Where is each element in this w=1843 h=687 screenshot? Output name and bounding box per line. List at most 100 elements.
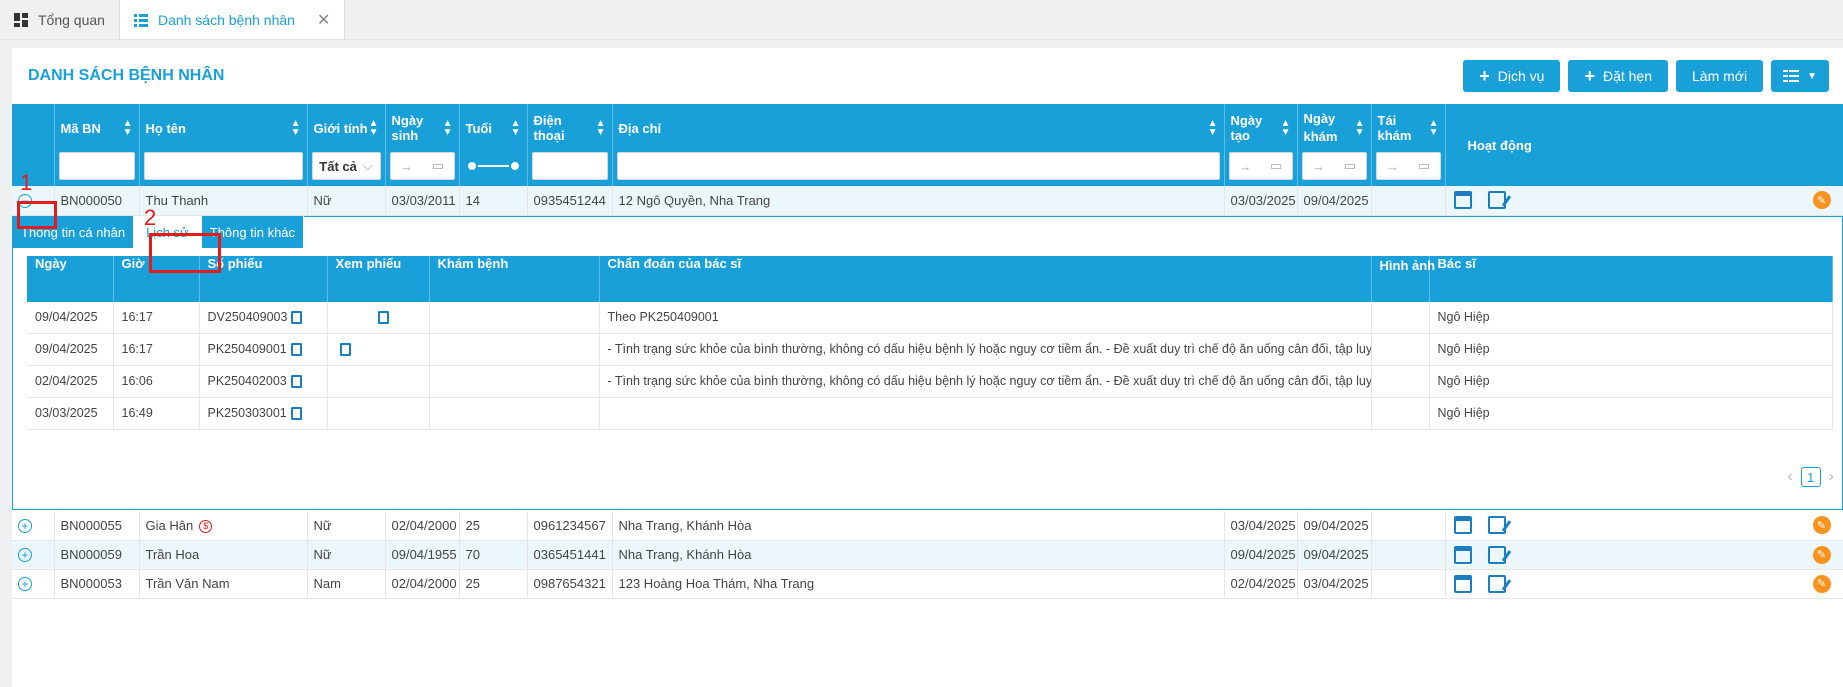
sort-icon[interactable]: ▲ ▼	[123, 119, 133, 138]
col-tuoi[interactable]: Tuổi ▲ ▼	[459, 104, 528, 186]
list-icon	[133, 13, 148, 27]
hist-cell-so-phieu: PK250409001	[199, 333, 328, 367]
edit-note-icon[interactable]	[1487, 516, 1506, 535]
history-row[interactable]: 09/04/2025 16:17 DV250409003 Theo PK2504…	[27, 302, 1833, 335]
service-button[interactable]: + Dịch vụ	[1463, 60, 1561, 92]
edit-note-icon[interactable]	[1487, 545, 1506, 564]
col-ma-bn[interactable]: Mã BN ▲ ▼	[54, 104, 140, 186]
hist-cell-hinh-anh	[1371, 333, 1430, 367]
col-tai-kham[interactable]: Tái khám ▲ ▼ → ▭	[1371, 104, 1446, 186]
hist-cell-kham-benh	[429, 333, 600, 367]
patient-table: Mã BN ▲ ▼ Họ tên ▲ ▼ Giới tính ▲ ▼ Tất cả ⌵ Ngày…	[12, 104, 1843, 599]
filter-ngay-tao[interactable]: → ▭	[1228, 152, 1293, 180]
hist-cell-xem-phieu	[327, 397, 430, 431]
sort-icon[interactable]: ▲ ▼	[291, 119, 301, 138]
col-gioi-tinh[interactable]: Giới tính ▲ ▼ Tất cả ⌵	[307, 104, 386, 186]
filter-ngay-sinh[interactable]: → ▭	[389, 152, 455, 180]
sort-icon[interactable]: ▲ ▼	[596, 119, 606, 138]
edit-document-icon[interactable]	[290, 375, 302, 389]
hist-cell-ngay: 09/04/2025	[27, 333, 114, 367]
table-row[interactable]: − BN000050 Thu Thanh Nữ 03/03/2011 14 09…	[12, 186, 1843, 216]
edit-document-icon[interactable]	[290, 343, 302, 357]
filter-tai-kham[interactable]: → ▭	[1375, 152, 1441, 180]
expand-row-icon[interactable]: +	[18, 518, 32, 533]
hist-col-kham-benh: Khám bệnh	[429, 256, 600, 303]
view-document-icon[interactable]	[339, 343, 351, 357]
history-row[interactable]: 09/04/2025 16:17 PK250409001 - Tình trạn…	[27, 333, 1833, 367]
edit-note-icon[interactable]	[1487, 191, 1506, 210]
slider-handle-max[interactable]	[508, 160, 521, 172]
refresh-button[interactable]: Làm mới	[1676, 60, 1764, 92]
col-ngay-kham[interactable]: Ngày khám ▲ ▼ → ▭	[1297, 104, 1372, 186]
filter-ho-ten[interactable]	[143, 152, 303, 180]
expand-row-icon[interactable]: +	[18, 577, 32, 591]
expand-row-icon[interactable]: +	[18, 548, 32, 562]
chevron-left-icon[interactable]: ‹	[1787, 468, 1792, 486]
pagination: ‹ 1 ›	[1787, 467, 1834, 488]
hist-cell-hinh-anh	[1371, 365, 1430, 399]
tab-overview[interactable]: Tổng quan	[0, 0, 120, 39]
hist-cell-so-phieu: PK250303001	[199, 397, 328, 431]
edit-document-icon[interactable]	[290, 407, 302, 421]
pencil-icon[interactable]: ✎	[1812, 516, 1831, 535]
calendar-icon[interactable]	[1453, 516, 1472, 535]
table-row[interactable]: + BN000055 Gia Hân $ Nữ 02/04/2000 25 096…	[12, 511, 1843, 541]
hist-cell-xem-phieu	[327, 333, 430, 367]
chevron-right-icon[interactable]: ›	[1829, 468, 1834, 486]
filter-gioi-tinh[interactable]: Tất cả ⌵	[311, 152, 381, 180]
hist-col-bac-si: Bác sĩ	[1429, 256, 1833, 303]
pencil-icon[interactable]: ✎	[1812, 574, 1831, 593]
col-dien-thoai[interactable]: Điện thoại ▲ ▼	[527, 104, 613, 186]
sort-icon[interactable]: ▲ ▼	[369, 119, 379, 138]
cell-dien-thoai: 0365451441	[527, 540, 613, 570]
sort-icon[interactable]: ▲ ▼	[443, 119, 453, 138]
annotation-box-1	[17, 201, 57, 229]
filter-ngay-kham[interactable]: → ▭	[1301, 152, 1367, 180]
hist-cell-xem-phieu	[327, 302, 430, 335]
cell-ma-bn: BN000059	[54, 540, 140, 570]
tab-patient-list[interactable]: Danh sách bệnh nhân ✕	[119, 0, 346, 39]
history-row[interactable]: 02/04/2025 16:06 PK250402003 - Tình trạn…	[27, 365, 1833, 399]
cell-ngay-sinh: 09/04/1955	[385, 540, 460, 570]
table-row[interactable]: + BN000059 Trần Hoa Nữ 09/04/1955 70 036…	[12, 540, 1843, 570]
edit-document-icon[interactable]	[291, 311, 303, 325]
filter-dia-chi[interactable]	[616, 152, 1220, 180]
hist-cell-chan-doan: Theo PK250409001	[599, 302, 1372, 335]
calendar-icon[interactable]	[1453, 574, 1472, 593]
sort-icon[interactable]: ▲ ▼	[1281, 119, 1291, 138]
calendar-icon[interactable]	[1453, 545, 1472, 564]
view-document-icon[interactable]	[377, 311, 389, 325]
cell-ho-ten: Thu Thanh	[139, 186, 308, 216]
filter-dien-thoai[interactable]	[531, 152, 608, 180]
column-chooser-button[interactable]: ▼	[1771, 60, 1829, 92]
plus-icon: +	[1584, 65, 1595, 86]
cell-dia-chi: Nha Trang, Khánh Hòa	[612, 511, 1225, 541]
page-button[interactable]: 1	[1800, 467, 1821, 488]
sort-icon[interactable]: ▲ ▼	[1355, 119, 1365, 138]
hist-cell-kham-benh	[429, 302, 600, 335]
history-table: Ngày Giờ Số phiếu Xem phiếu Khám bệnh Ch…	[27, 256, 1833, 431]
pencil-icon[interactable]: ✎	[1812, 191, 1831, 210]
col-ngay-sinh[interactable]: Ngày sinh ▲ ▼ → ▭	[385, 104, 460, 186]
slider-handle-min[interactable]	[465, 160, 478, 172]
col-tai-kham-label: Tái khám	[1377, 113, 1412, 143]
sort-icon[interactable]: ▲ ▼	[1429, 119, 1439, 138]
calendar-icon[interactable]	[1453, 191, 1472, 210]
service-label: Dịch vụ	[1497, 68, 1545, 84]
col-ngay-tao[interactable]: Ngày tạo ▲ ▼ → ▭	[1224, 104, 1298, 186]
col-dia-chi[interactable]: Địa chỉ ▲ ▼	[612, 104, 1225, 186]
sort-icon[interactable]: ▲ ▼	[1208, 119, 1218, 138]
table-row[interactable]: + BN000053 Trần Văn Nam Nam 02/04/2000 2…	[12, 569, 1843, 599]
edit-note-icon[interactable]	[1487, 574, 1506, 593]
age-range-slider[interactable]	[465, 160, 521, 172]
sort-icon[interactable]: ▲ ▼	[511, 119, 521, 138]
close-icon[interactable]: ✕	[317, 10, 330, 30]
filter-ma-bn[interactable]	[58, 152, 135, 180]
history-row[interactable]: 03/03/2025 16:49 PK250303001 Ngô Hiệp	[27, 397, 1833, 431]
calendar-icon: ▭	[431, 158, 445, 173]
appointment-button[interactable]: + Đặt hẹn	[1568, 60, 1669, 92]
date-arrow: →	[1385, 158, 1399, 174]
col-ho-ten[interactable]: Họ tên ▲ ▼	[139, 104, 308, 186]
pencil-icon[interactable]: ✎	[1812, 545, 1831, 564]
hist-cell-so-phieu: DV250409003	[199, 302, 328, 335]
